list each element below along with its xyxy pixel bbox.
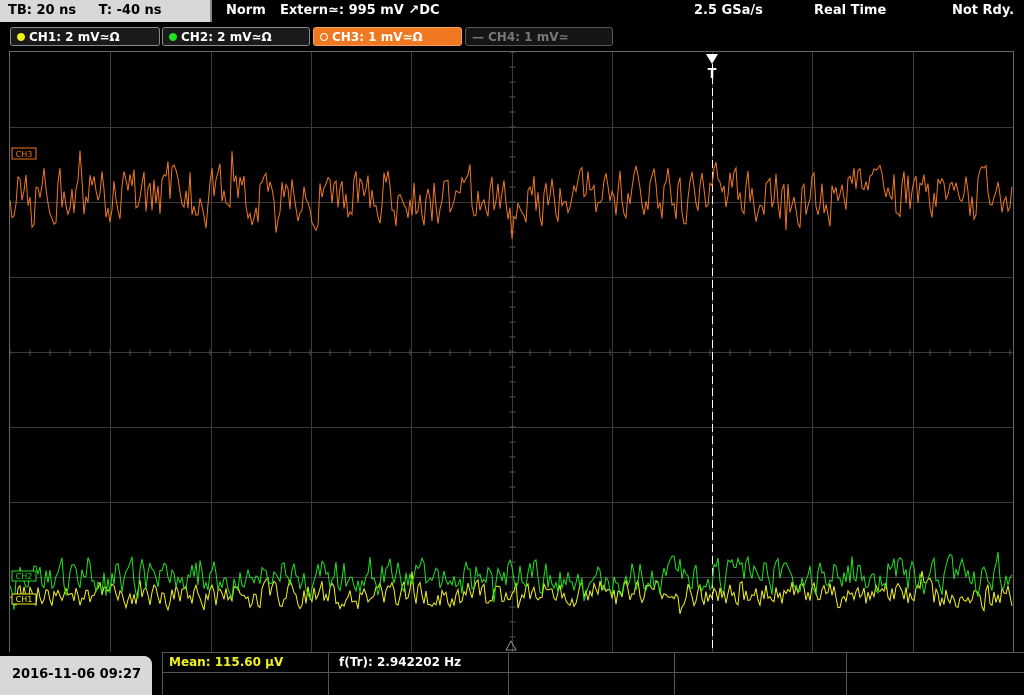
channel-2-offset-label: CH2 <box>16 572 33 581</box>
trigger-marker-label: T <box>708 67 717 82</box>
measurement-panel[interactable]: Mean: 115.60 µV f(Tr): 2.942202 Hz <box>162 652 1024 695</box>
trigger-source[interactable]: Extern≃: 995 mV ↗DC <box>280 3 440 18</box>
channel-1-label: CH1: 2 mV≃Ω <box>29 30 120 44</box>
top-status-bar: TB: 20 ns T: -40 ns Norm Extern≃: 995 mV… <box>0 0 1024 24</box>
channel-4-button[interactable]: — CH4: 1 mV≃ <box>465 27 613 46</box>
time-reference-arrow-icon <box>505 639 517 651</box>
trigger-mode[interactable]: Norm <box>226 3 266 18</box>
mean-measurement[interactable]: Mean: 115.60 µV <box>169 655 283 669</box>
channel-1-offset-label: CH1 <box>16 595 33 604</box>
trigger-position-value: T: -40 ns <box>98 3 162 18</box>
date-time-box[interactable]: 2016-11-06 09:27 <box>0 656 152 695</box>
frequency-measurement[interactable]: f(Tr): 2.942202 Hz <box>339 655 461 669</box>
channel-2-dot-icon <box>169 33 177 41</box>
channel-4-dash-icon: — <box>472 30 484 44</box>
channel-1-dot-icon <box>17 33 25 41</box>
channel-1-offset-marker[interactable]: CH1 <box>11 593 37 605</box>
channel-bar: CH1: 2 mV≃Ω CH2: 2 mV≃Ω CH3: 1 mV≃Ω — CH4… <box>0 25 1024 49</box>
channel-2-offset-marker[interactable]: CH2 <box>11 570 37 582</box>
trigger-status: Not Rdy. <box>952 3 1015 18</box>
sample-rate[interactable]: 2.5 GSa/s <box>694 3 763 18</box>
timebase-value: TB: 20 ns <box>8 3 77 18</box>
channel-2-label: CH2: 2 mV≃Ω <box>181 30 272 44</box>
channel-3-dot-icon <box>320 33 328 41</box>
timebase-box[interactable]: TB: 20 ns T: -40 ns <box>0 0 212 22</box>
acquisition-mode[interactable]: Real Time <box>814 3 886 18</box>
channel-2-button[interactable]: CH2: 2 mV≃Ω <box>162 27 310 46</box>
channel-3-button[interactable]: CH3: 1 mV≃Ω <box>313 27 462 46</box>
channel-4-label: CH4: 1 mV≃ <box>488 30 569 44</box>
trigger-arrow-icon[interactable] <box>706 54 718 64</box>
channel-3-label: CH3: 1 mV≃Ω <box>332 30 423 44</box>
channel-3-offset-marker[interactable]: CH3 <box>11 147 37 160</box>
trace-ch3 <box>10 150 1013 239</box>
waveform-grid: T CH3 CH2 CH1 <box>10 52 1013 652</box>
channel-3-offset-label: CH3 <box>16 150 33 159</box>
channel-1-button[interactable]: CH1: 2 mV≃Ω <box>10 27 160 46</box>
waveform-display[interactable]: T CH3 CH2 CH1 <box>9 51 1014 653</box>
